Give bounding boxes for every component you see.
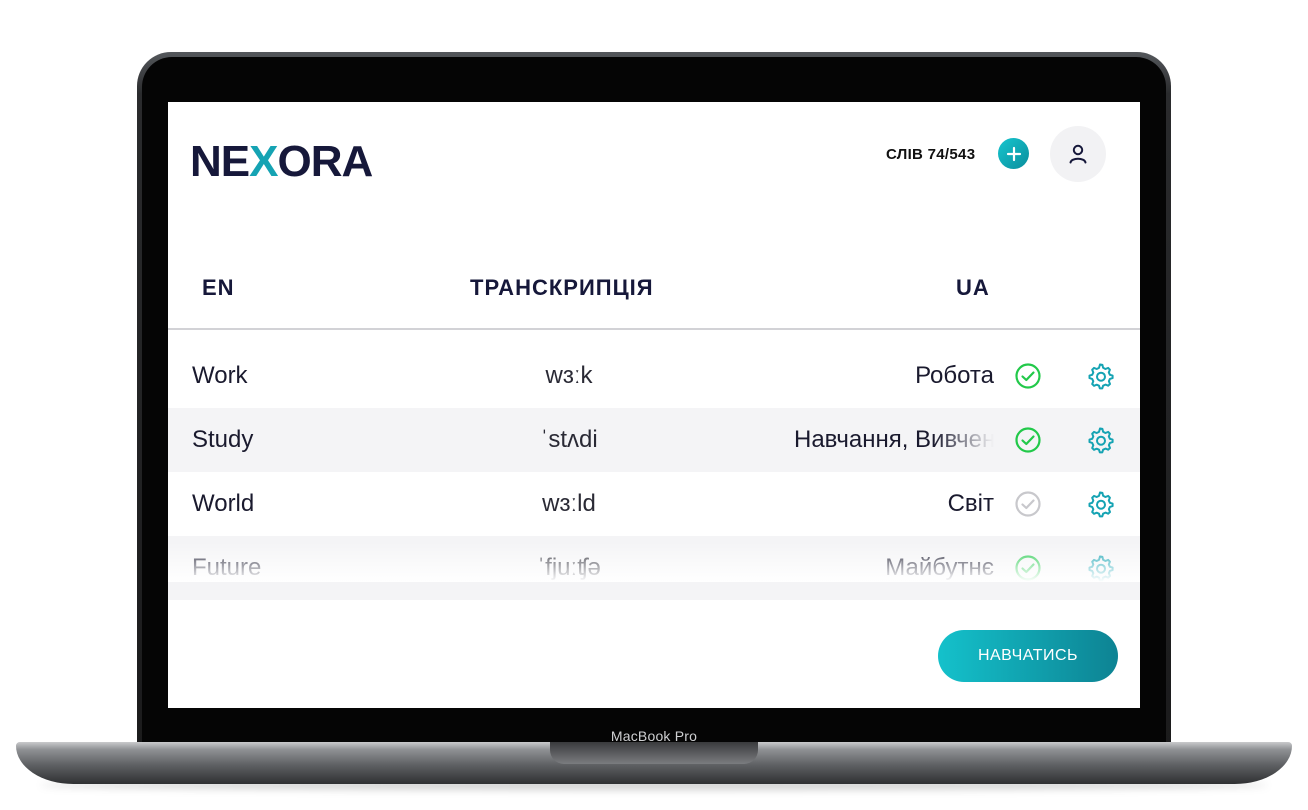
plus-icon (1006, 146, 1021, 161)
logo-suffix: ORA (277, 137, 373, 186)
table-row[interactable]: Future ˈfjuːʧə Майбутнє (168, 536, 1140, 600)
word-en: Study (192, 426, 254, 453)
word-ua: Світ (947, 490, 994, 517)
device-label: MacBook Pro (610, 728, 698, 744)
check-circle-icon[interactable] (1014, 362, 1042, 390)
word-ua: Майбутнє (885, 554, 994, 581)
word-en: Work (192, 362, 248, 389)
table-row[interactable]: World wɜːld Світ (168, 472, 1140, 536)
learn-button[interactable]: НАВЧАТИСЬ (938, 630, 1118, 682)
table-row[interactable]: Study ˈstʌdi Навчання, Вивчення (168, 408, 1140, 472)
column-header-ua: UA (956, 275, 990, 300)
word-transcription: wɜːk (545, 362, 593, 389)
word-transcription: ˈstʌdi (540, 426, 598, 453)
logo-x: X (249, 137, 278, 186)
user-icon (1069, 144, 1087, 164)
word-en: World (192, 490, 255, 517)
word-en: Future (192, 554, 262, 581)
check-circle-icon[interactable] (1014, 426, 1042, 454)
column-header-en: EN (202, 275, 235, 300)
word-transcription: ˈfjuːʧə (537, 554, 601, 581)
app-screen: NEXORA СЛІВ 74/543 EN ТРАНСКРИПЦІЯ UA Wo… (168, 102, 1140, 708)
table-row[interactable]: Work wɜːk Робота (168, 344, 1140, 408)
check-circle-icon[interactable] (1014, 490, 1042, 518)
word-ua: Навчання, Вивчення (794, 426, 994, 453)
gear-icon[interactable] (1085, 553, 1115, 583)
column-header-transcription: ТРАНСКРИПЦІЯ (470, 275, 654, 300)
logo-prefix: NE (190, 137, 250, 186)
word-transcription: wɜːld (542, 490, 596, 517)
app-logo[interactable]: NEXORA (190, 137, 373, 186)
word-counter: СЛІВ 74/543 (886, 146, 976, 163)
laptop-notch (550, 742, 758, 764)
gear-icon[interactable] (1085, 489, 1115, 519)
profile-button[interactable] (1050, 126, 1106, 182)
check-circle-icon[interactable] (1014, 554, 1042, 582)
word-ua: Робота (915, 362, 994, 389)
gear-icon[interactable] (1085, 361, 1115, 391)
header-divider (168, 328, 1140, 330)
add-word-button[interactable] (998, 138, 1029, 169)
gear-icon[interactable] (1085, 425, 1115, 455)
